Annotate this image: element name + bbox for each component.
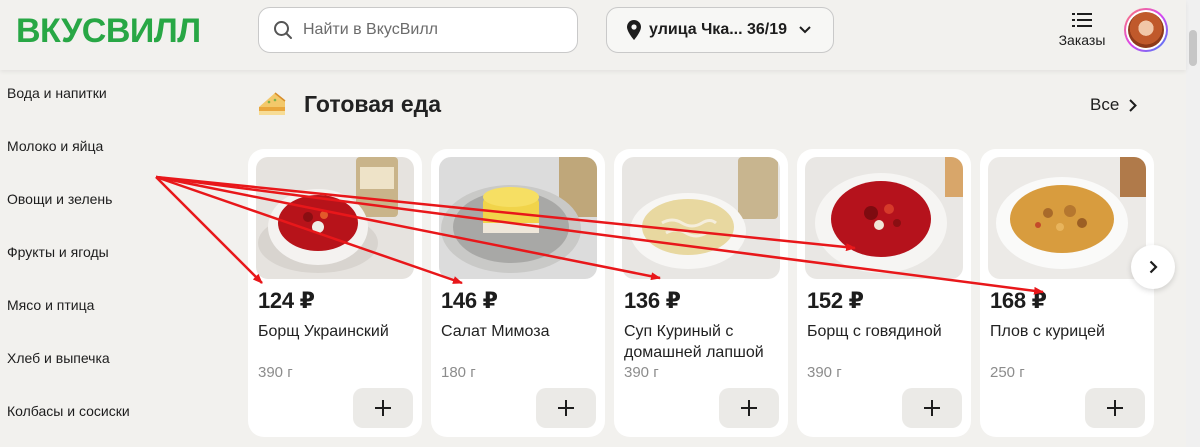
plus-icon <box>375 400 391 416</box>
add-to-cart-button[interactable] <box>536 388 596 428</box>
product-price: 146 ₽ <box>441 288 498 313</box>
search-input[interactable] <box>301 20 565 40</box>
product-image-borscht-ukrainian[interactable] <box>256 157 414 279</box>
list-icon <box>1072 13 1092 27</box>
product-card[interactable]: 136 ₽ Суп Куриный с домашней лапшой 390 … <box>614 149 788 437</box>
product-price: 152 ₽ <box>807 288 864 313</box>
product-card[interactable]: 146 ₽ Салат Мимоза 180 г <box>431 149 605 437</box>
location-pin-icon <box>627 20 641 40</box>
scrollbar-thumb[interactable] <box>1189 30 1197 66</box>
address-selector[interactable]: улица Чка... 36/19 <box>606 7 834 53</box>
orders-button[interactable]: Заказы <box>1054 10 1110 48</box>
sidebar-item-fruits[interactable]: Фрукты и ягоды <box>7 244 109 260</box>
product-name[interactable]: Плов с курицей <box>990 321 1150 342</box>
product-image-chicken-soup[interactable] <box>622 157 780 279</box>
product-name[interactable]: Салат Мимоза <box>441 321 601 342</box>
add-to-cart-button[interactable] <box>353 388 413 428</box>
add-to-cart-button[interactable] <box>719 388 779 428</box>
address-text: улица Чка... 36/19 <box>649 21 788 38</box>
sidebar-item-sausages[interactable]: Колбасы и сосиски <box>7 403 130 419</box>
plus-icon <box>558 400 574 416</box>
product-price: 136 ₽ <box>624 288 681 313</box>
section-title: Готовая еда <box>304 91 442 117</box>
arrow-to-product-1-price <box>155 176 263 284</box>
product-card[interactable]: 152 ₽ Борщ с говядиной 390 г <box>797 149 971 437</box>
product-weight: 180 г <box>441 364 476 381</box>
product-card[interactable]: 124 ₽ Борщ Украинский 390 г <box>248 149 422 437</box>
search-box[interactable] <box>258 7 578 53</box>
sidebar-item-vegetables[interactable]: Овощи и зелень <box>7 191 112 207</box>
scrollbar[interactable] <box>1186 0 1200 447</box>
carousel-next-button[interactable] <box>1131 245 1175 289</box>
product-card[interactable]: 168 ₽ Плов с курицей 250 г <box>980 149 1154 437</box>
product-weight: 390 г <box>624 364 659 381</box>
add-to-cart-button[interactable] <box>902 388 962 428</box>
product-weight: 390 г <box>807 364 842 381</box>
plus-icon <box>924 400 940 416</box>
see-all-label: Все <box>1090 95 1120 114</box>
chevron-right-icon <box>1149 260 1158 274</box>
product-image-beef-borscht[interactable] <box>805 157 963 279</box>
plus-icon <box>1107 400 1123 416</box>
product-name[interactable]: Борщ Украинский <box>258 321 418 342</box>
user-photo <box>1128 12 1164 48</box>
orders-label: Заказы <box>1058 32 1106 48</box>
plus-icon <box>741 400 757 416</box>
product-image-chicken-pilaf[interactable] <box>988 157 1146 279</box>
product-price: 124 ₽ <box>258 288 315 313</box>
logo[interactable]: ВКУСВИЛЛ <box>16 12 201 51</box>
add-to-cart-button[interactable] <box>1085 388 1145 428</box>
product-name[interactable]: Суп Куриный с домашней лапшой <box>624 321 784 363</box>
product-weight: 390 г <box>258 364 293 381</box>
sidebar-item-drinks[interactable]: Вода и напитки <box>7 85 107 101</box>
avatar[interactable] <box>1124 8 1168 52</box>
sandwich-icon <box>259 92 286 115</box>
header: ВКУСВИЛЛ улица Чка... 36/19 Заказы <box>0 0 1186 70</box>
product-weight: 250 г <box>990 364 1025 381</box>
product-name[interactable]: Борщ с говядиной <box>807 321 967 342</box>
see-all-link[interactable]: Все <box>1090 95 1138 115</box>
chevron-down-icon <box>799 26 811 34</box>
sidebar-item-bread[interactable]: Хлеб и выпечка <box>7 350 110 366</box>
chevron-right-icon <box>1129 98 1138 112</box>
sidebar-item-meat[interactable]: Мясо и птица <box>7 297 94 313</box>
product-price: 168 ₽ <box>990 288 1047 313</box>
product-image-mimosa-salad[interactable] <box>439 157 597 279</box>
sidebar-item-milk-eggs[interactable]: Молоко и яйца <box>7 138 103 154</box>
search-icon <box>274 21 292 39</box>
